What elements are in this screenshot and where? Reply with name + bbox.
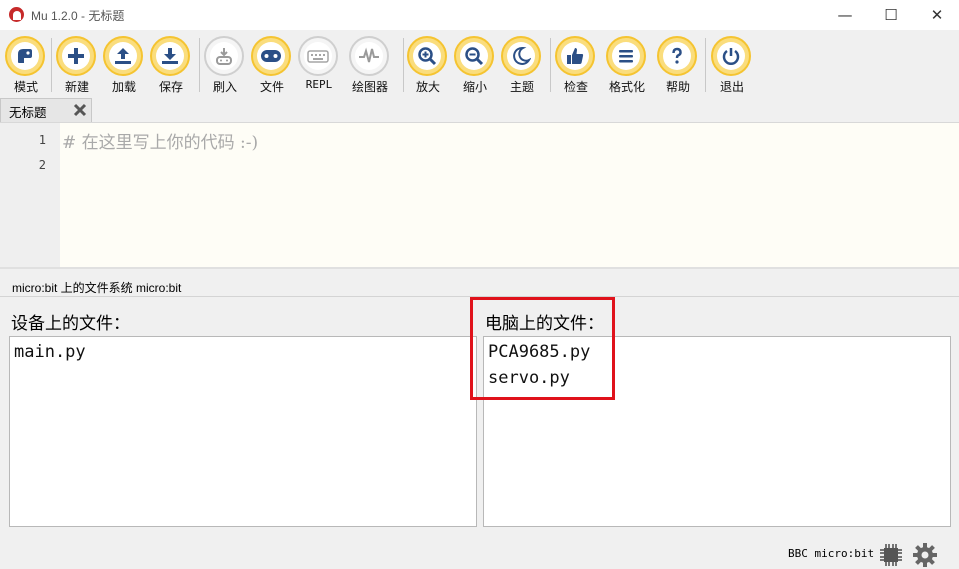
maximize-button[interactable]: ☐ [868, 0, 914, 30]
code-line[interactable]: # 在这里写上你的代码 :-) [62, 128, 258, 153]
question-icon [672, 47, 682, 64]
mode-indicator: BBC micro:bit [788, 547, 875, 560]
power-icon [722, 48, 740, 65]
theme-button[interactable]: 主题 [496, 36, 548, 94]
plotter-icon [359, 47, 379, 63]
tab-label: 无标题 [9, 105, 47, 120]
thumbs-up-icon [567, 48, 584, 64]
quit-button[interactable]: 退出 [706, 36, 758, 94]
close-tab-icon[interactable] [72, 102, 88, 118]
flash-icon [216, 48, 232, 65]
minimize-button[interactable]: — [822, 0, 868, 30]
quit-label: 退出 [719, 80, 744, 94]
plotter-button[interactable]: 绘图器 [344, 36, 396, 94]
tab-untitled[interactable]: 无标题 [0, 98, 92, 122]
download-icon [162, 48, 178, 64]
files-pane-title: micro:bit 上的文件系统 micro:bit [12, 281, 182, 295]
close-button[interactable]: ✕ [914, 0, 959, 30]
plotter-label: 绘图器 [351, 80, 388, 94]
window-title: Mu 1.2.0 - 无标题 [31, 9, 125, 23]
moon-icon [513, 46, 531, 65]
line-number-gutter: 1 2 [0, 123, 60, 268]
line-number: 1 [38, 133, 46, 147]
mu-editor-window: Mu 1.2.0 - 无标题 — ☐ ✕ 模式 新建 加载 保存 刷入 文件 R… [0, 0, 959, 569]
gear-icon[interactable] [912, 542, 938, 568]
list-item[interactable]: main.py [14, 342, 86, 362]
chip-icon[interactable] [878, 542, 904, 568]
device-files-header: 设备上的文件： [11, 314, 130, 334]
tab-bar: 无标题 [0, 96, 959, 122]
keyboard-icon [307, 50, 329, 63]
code-editor[interactable]: 1 2 # 在这里写上你的代码 :-) [0, 122, 959, 268]
highlight-annotation [470, 297, 615, 400]
device-file-list[interactable]: main.py [9, 336, 477, 527]
microbit-icon [261, 50, 281, 62]
zoom-in-icon [418, 47, 437, 66]
save-button[interactable]: 保存 [145, 36, 197, 94]
help-button[interactable]: 帮助 [652, 36, 704, 94]
format-lines-icon [619, 50, 633, 63]
toolbar: 模式 新建 加载 保存 刷入 文件 REPL 绘图器 放大 缩小 主题 检查 格… [0, 30, 959, 96]
upload-icon [115, 48, 131, 64]
mode-icon [18, 49, 32, 63]
mu-logo-icon [9, 7, 24, 22]
title-bar: Mu 1.2.0 - 无标题 — ☐ ✕ [0, 0, 959, 30]
status-bar: BBC micro:bit [0, 538, 959, 569]
zoom-out-icon [465, 47, 484, 66]
plus-icon [68, 48, 84, 64]
line-number: 2 [38, 158, 46, 172]
splitter[interactable] [0, 267, 959, 269]
